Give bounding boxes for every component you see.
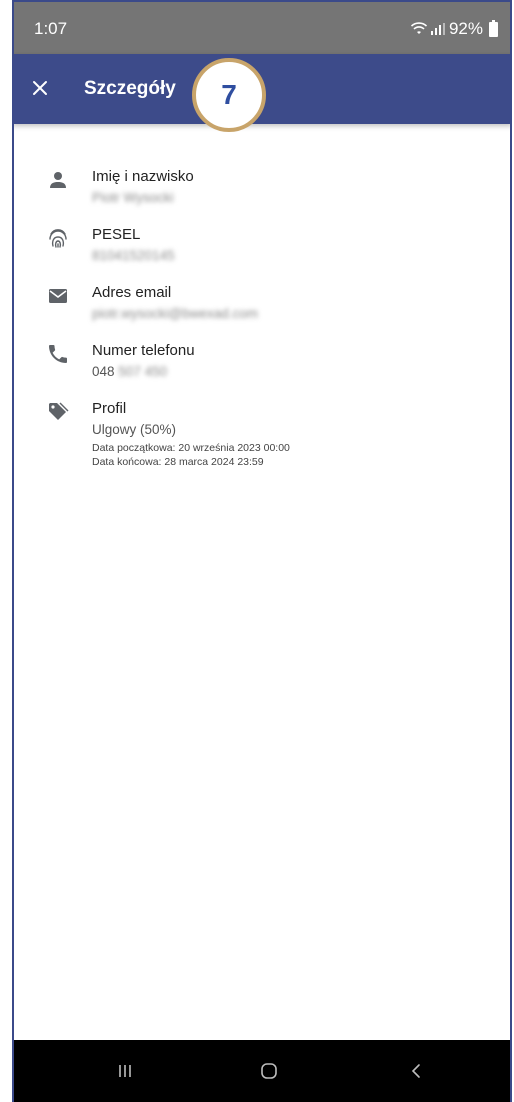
detail-row-pesel: PESEL 81041520145 bbox=[12, 218, 512, 276]
wifi-icon bbox=[410, 22, 427, 34]
detail-value: Ulgowy (50%) bbox=[92, 422, 177, 437]
battery-percentage: 92% bbox=[448, 19, 483, 38]
person-icon bbox=[50, 172, 66, 188]
detail-label: Adres email bbox=[92, 284, 172, 301]
page-title: Szczegóły bbox=[84, 78, 176, 99]
detail-value: piotr.wysocki@bwexad.com bbox=[92, 306, 259, 321]
status-indicators: 92% bbox=[410, 19, 498, 39]
fingerprint-icon bbox=[49, 229, 67, 248]
system-navigation-bar bbox=[12, 1040, 512, 1102]
close-icon[interactable] bbox=[26, 74, 54, 102]
back-icon[interactable] bbox=[404, 1058, 430, 1084]
detail-value: 81041520145 bbox=[92, 248, 175, 263]
phone-hidden: 507 450 bbox=[118, 364, 168, 379]
phone-screen: 1:07 92% Szczegóły 7 Imię i nazwisko Pio… bbox=[12, 0, 512, 1102]
detail-label: Numer telefonu bbox=[92, 342, 195, 359]
signal-icon bbox=[430, 23, 445, 35]
phone-prefix: 048 bbox=[92, 364, 115, 379]
detail-label: PESEL bbox=[92, 226, 141, 243]
details-list: Imię i nazwisko Piotr Wysocki PESEL 8104… bbox=[12, 160, 512, 512]
tag-icon bbox=[49, 402, 69, 420]
recent-apps-icon[interactable] bbox=[112, 1058, 138, 1084]
email-icon bbox=[49, 289, 67, 303]
status-time: 1:07 bbox=[34, 19, 68, 38]
status-bar: 1:07 92% bbox=[12, 0, 512, 54]
step-number-badge: 7 bbox=[192, 58, 266, 132]
profile-start-date: Data początkowa: 20 września 2023 00:00 bbox=[92, 442, 290, 454]
detail-value: 048 507 450 bbox=[92, 364, 167, 379]
detail-label: Imię i nazwisko bbox=[92, 168, 194, 185]
battery-icon bbox=[489, 19, 498, 37]
detail-row-name: Imię i nazwisko Piotr Wysocki bbox=[12, 160, 512, 218]
detail-row-email: Adres email piotr.wysocki@bwexad.com bbox=[12, 276, 512, 334]
detail-row-phone: Numer telefonu 048 507 450 bbox=[12, 334, 512, 392]
profile-end-date: Data końcowa: 28 marca 2024 23:59 bbox=[92, 456, 264, 468]
detail-row-profile: Profil Ulgowy (50%) Data początkowa: 20 … bbox=[12, 392, 512, 512]
detail-label: Profil bbox=[92, 400, 127, 417]
phone-icon bbox=[49, 345, 67, 363]
home-icon[interactable] bbox=[256, 1058, 282, 1084]
detail-value: Piotr Wysocki bbox=[92, 190, 174, 205]
step-number: 7 bbox=[221, 79, 237, 110]
